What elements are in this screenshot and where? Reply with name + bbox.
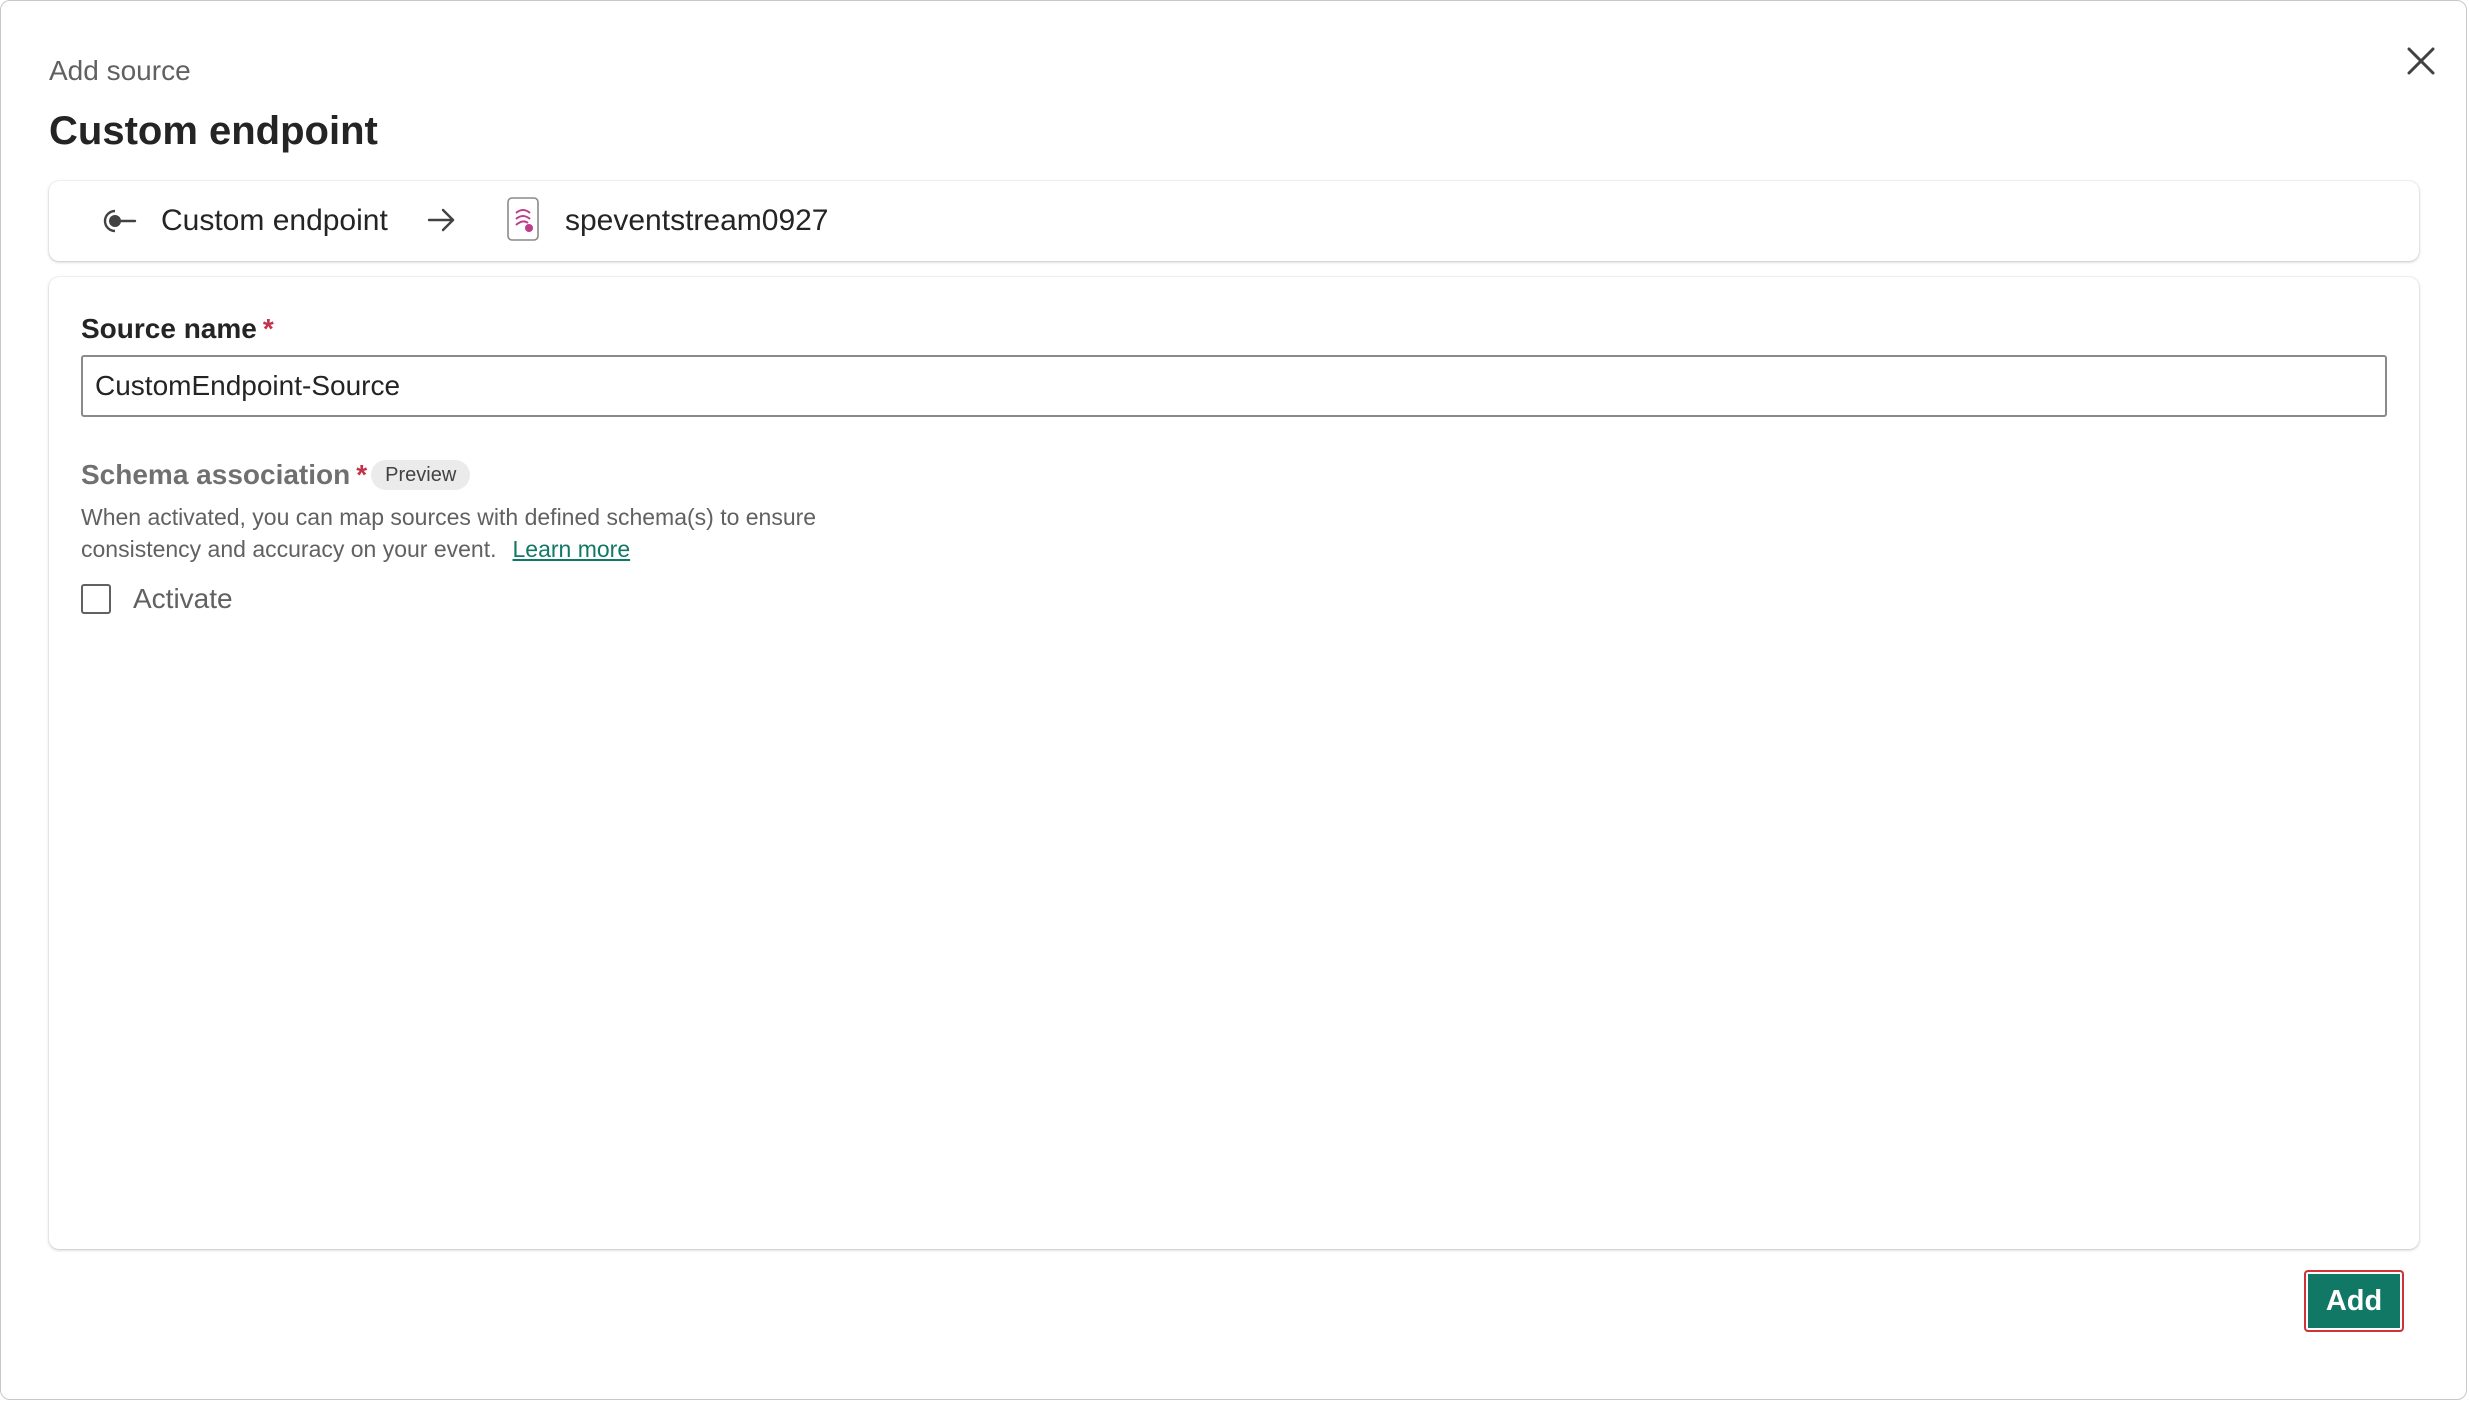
activate-checkbox[interactable] xyxy=(81,584,111,614)
activate-checkbox-row[interactable]: Activate xyxy=(81,579,233,619)
dialog-title: Custom endpoint xyxy=(49,109,378,153)
arrow-right-icon xyxy=(427,208,455,232)
schema-association-label: Schema association * Preview xyxy=(81,457,471,493)
source-form: Source name* Schema association*Preview … xyxy=(49,277,2419,1249)
source-name-label: Source name * xyxy=(81,311,274,347)
source-flow-breadcrumb: Custom endpoint speventstream0927 xyxy=(49,181,2419,261)
schema-description-line2: consistency and accuracy on your event. L… xyxy=(81,533,981,565)
required-marker: * xyxy=(356,459,368,490)
schema-description-line1: When activated, you can map sources with… xyxy=(81,504,817,530)
close-button[interactable] xyxy=(2397,37,2445,85)
dialog-subtitle: Add source xyxy=(49,55,191,86)
eventstream-icon xyxy=(507,197,539,241)
flow-source-label: Custom endpoint xyxy=(161,204,388,237)
schema-association-label-text: Schema association xyxy=(81,459,351,490)
required-marker: * xyxy=(262,313,274,344)
source-name-input[interactable] xyxy=(81,355,2387,417)
flow-destination-label: speventstream0927 xyxy=(565,204,829,237)
schema-description: When activated, you can map sources with… xyxy=(81,501,981,565)
add-source-dialog: Add source Custom endpoint Custom endpoi… xyxy=(0,0,2467,1400)
add-button[interactable]: Add xyxy=(2304,1270,2404,1332)
learn-more-link[interactable]: Learn more xyxy=(513,536,631,562)
custom-endpoint-icon xyxy=(103,209,137,233)
activate-label: Activate xyxy=(133,583,233,614)
preview-badge: Preview xyxy=(371,459,471,490)
close-icon xyxy=(2407,47,2435,75)
source-name-label-text: Source name xyxy=(81,313,257,344)
schema-description-line2-text: consistency and accuracy on your event. xyxy=(81,536,497,562)
